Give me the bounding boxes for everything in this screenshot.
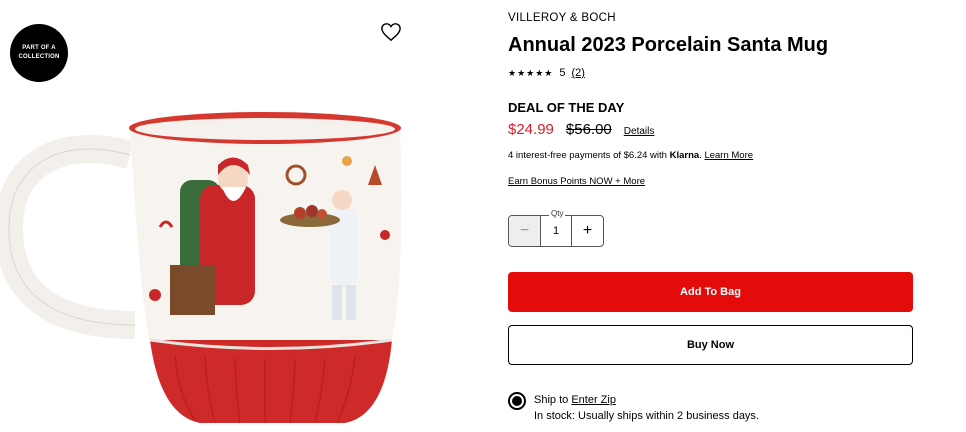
rating[interactable]: ★★★★★ 5 (2) xyxy=(508,67,585,79)
rating-value: 5 xyxy=(559,67,566,79)
shipping-text: Ship to Enter Zip In stock: Usually ship… xyxy=(534,392,759,424)
review-count-link[interactable]: (2) xyxy=(571,67,584,79)
product-title: Annual 2023 Porcelain Santa Mug xyxy=(508,34,829,56)
quantity-stepper: Qty − 1 + xyxy=(508,209,604,247)
learn-more-link[interactable]: Learn More xyxy=(704,150,753,161)
enter-zip-link[interactable]: Enter Zip xyxy=(571,394,616,406)
stock-status: In stock: Usually ships within 2 busines… xyxy=(534,410,759,422)
product-image-area: PART OF A COLLECTION xyxy=(0,0,430,432)
buy-now-button[interactable]: Buy Now xyxy=(508,325,913,365)
shipping-option: Ship to Enter Zip In stock: Usually ship… xyxy=(508,392,759,424)
sale-price: $24.99 xyxy=(508,121,554,138)
quantity-decrease-button[interactable]: − xyxy=(509,216,541,246)
quantity-value[interactable]: 1 xyxy=(541,216,571,246)
ship-to-label: Ship to xyxy=(534,394,572,406)
quantity-increase-button[interactable]: + xyxy=(571,216,603,246)
ship-to-line: Ship to Enter Zip xyxy=(534,392,759,408)
price-row: $24.99 $56.00 Details xyxy=(508,121,654,138)
quantity-label: Qty xyxy=(549,209,566,218)
original-price: $56.00 xyxy=(565,121,612,138)
bonus-points-link[interactable]: Earn Bonus Points NOW + More xyxy=(508,176,645,187)
radio-selected-icon xyxy=(512,396,522,406)
brand-name[interactable]: VILLEROY & BOCH xyxy=(508,12,616,24)
klarna-logo: Klarna xyxy=(669,150,700,161)
star-rating-icon: ★★★★★ xyxy=(508,67,554,78)
product-image[interactable] xyxy=(0,95,420,425)
installments-prefix: 4 interest-free payments of $6.24 with xyxy=(508,150,670,161)
heart-icon[interactable] xyxy=(380,22,402,42)
add-to-bag-button[interactable]: Add To Bag xyxy=(508,272,913,312)
installments-text: 4 interest-free payments of $6.24 with K… xyxy=(508,150,753,161)
collection-badge[interactable]: PART OF A COLLECTION xyxy=(10,24,68,82)
deal-label: DEAL OF THE DAY xyxy=(508,100,625,115)
price-details-link[interactable]: Details xyxy=(624,126,655,137)
ship-radio-button[interactable] xyxy=(508,392,526,410)
